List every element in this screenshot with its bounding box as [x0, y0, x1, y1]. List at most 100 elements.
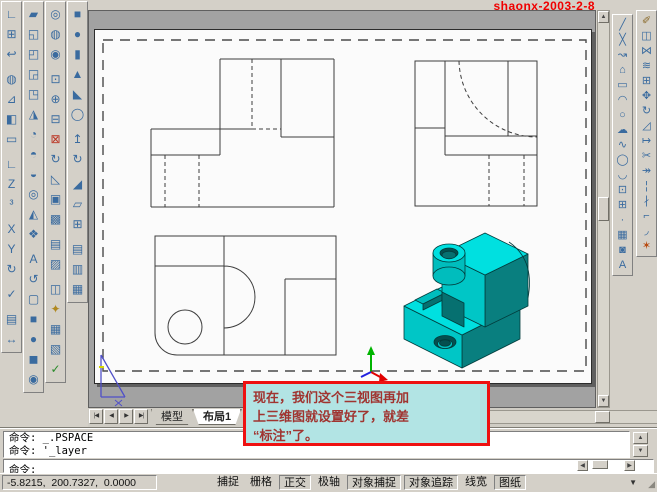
- sphere[interactable]: ●: [69, 25, 87, 43]
- box-surface[interactable]: ◰: [25, 45, 43, 63]
- check[interactable]: ✓: [47, 360, 65, 378]
- edge[interactable]: ◭: [25, 205, 43, 223]
- x-rotate-ucs[interactable]: X: [3, 220, 21, 238]
- status-snap-button[interactable]: 捕捉: [213, 475, 243, 490]
- line[interactable]: ╱: [614, 18, 632, 32]
- move-faces[interactable]: ⊕: [47, 90, 65, 108]
- ellipse-arc[interactable]: ◡: [614, 168, 632, 182]
- ucs-dialog[interactable]: ⊞: [3, 25, 21, 43]
- shell[interactable]: ▧: [47, 340, 65, 358]
- ucs-previous[interactable]: ↩: [3, 45, 21, 63]
- shade-3d-wireframe[interactable]: ↺: [25, 270, 43, 288]
- delete-faces[interactable]: ⊠: [47, 130, 65, 148]
- ucs[interactable]: ∟: [3, 5, 21, 23]
- imprint[interactable]: ◫: [47, 280, 65, 298]
- section[interactable]: ▱: [69, 195, 87, 213]
- taper-faces[interactable]: ◺: [47, 170, 65, 188]
- sphere-surface[interactable]: ◔: [25, 125, 43, 143]
- color-edges[interactable]: ▨: [47, 255, 65, 273]
- vertical-scrollbar[interactable]: ▲ ▼: [597, 10, 610, 408]
- move-ucs[interactable]: ↔: [3, 330, 21, 348]
- torus[interactable]: ◯: [69, 105, 87, 123]
- status-paper-button[interactable]: 图纸: [494, 475, 526, 490]
- vertical-scroll-thumb[interactable]: [598, 197, 609, 221]
- subtract[interactable]: ◍: [47, 25, 65, 43]
- rectangle[interactable]: ▭: [614, 78, 632, 92]
- region[interactable]: ◙: [614, 243, 632, 257]
- wedge[interactable]: ◣: [69, 85, 87, 103]
- point[interactable]: ·: [614, 213, 632, 227]
- wedge-surface[interactable]: ◲: [25, 65, 43, 83]
- ellipse[interactable]: ◯: [614, 153, 632, 167]
- tab-model[interactable]: 模型: [151, 409, 193, 425]
- tab-first-button[interactable]: |◀: [89, 409, 103, 424]
- 3d-face[interactable]: ◱: [25, 25, 43, 43]
- status-lineweight-button[interactable]: 线宽: [461, 475, 491, 490]
- cylinder[interactable]: ▮: [69, 45, 87, 63]
- command-hscroll-thumb[interactable]: [592, 460, 608, 469]
- chamfer[interactable]: ⌐: [638, 209, 656, 223]
- tab-next-button[interactable]: ▶: [119, 409, 133, 424]
- scroll-down-icon[interactable]: ▼: [598, 395, 609, 407]
- horizontal-scroll-thumb[interactable]: [595, 411, 610, 423]
- arc[interactable]: ◠: [614, 93, 632, 107]
- command-scroll-left-icon[interactable]: ◀: [577, 460, 588, 471]
- insert-block[interactable]: ⊡: [614, 183, 632, 197]
- apply-ucs[interactable]: ✓: [3, 285, 21, 303]
- cone-surface[interactable]: ◮: [25, 105, 43, 123]
- command-scroll-down-icon[interactable]: ▼: [633, 445, 648, 457]
- spline[interactable]: ∿: [614, 138, 632, 152]
- color-faces[interactable]: ▩: [47, 210, 65, 228]
- copy-edges[interactable]: ▤: [47, 235, 65, 253]
- status-menu-icon[interactable]: ▼: [629, 478, 637, 487]
- revision-cloud[interactable]: ☁: [614, 123, 632, 137]
- offset-faces[interactable]: ⊟: [47, 110, 65, 128]
- scroll-up-icon[interactable]: ▲: [598, 11, 609, 23]
- separate[interactable]: ▦: [47, 320, 65, 338]
- array[interactable]: ⊞: [638, 74, 656, 88]
- copy[interactable]: ◫: [638, 29, 656, 43]
- scale[interactable]: ◿: [638, 119, 656, 133]
- construction-line[interactable]: ╳: [614, 33, 632, 47]
- interfere[interactable]: ⊞: [69, 215, 87, 233]
- hatch[interactable]: ▦: [614, 228, 632, 242]
- z-axis-vector-ucs[interactable]: Z: [3, 175, 21, 193]
- copy-faces[interactable]: ▣: [47, 190, 65, 208]
- cone[interactable]: ▲: [69, 65, 87, 83]
- status-ortho-button[interactable]: 正交: [279, 475, 311, 490]
- break[interactable]: ∤: [638, 194, 656, 208]
- extend[interactable]: ↠: [638, 164, 656, 178]
- tab-last-button[interactable]: ▶|: [134, 409, 148, 424]
- clean[interactable]: ✦: [47, 300, 65, 318]
- shade-gouraud[interactable]: ●: [25, 330, 43, 348]
- command-scroll-up-icon[interactable]: ▲: [633, 432, 648, 444]
- shade-2d-wireframe[interactable]: A: [25, 250, 43, 268]
- status-osnap-button[interactable]: 对象捕捉: [347, 475, 401, 490]
- break-at-point[interactable]: ¦: [638, 179, 656, 193]
- shade-flat[interactable]: ■: [25, 310, 43, 328]
- edge-surface[interactable]: ❖: [25, 225, 43, 243]
- multiline-text[interactable]: A: [614, 258, 632, 272]
- extrude[interactable]: ↥: [69, 130, 87, 148]
- fillet[interactable]: ◞: [638, 224, 656, 238]
- shade-hidden[interactable]: ▢: [25, 290, 43, 308]
- dome-surface[interactable]: ◓: [25, 145, 43, 163]
- mirror[interactable]: ⋈: [638, 44, 656, 58]
- erase[interactable]: ✐: [638, 14, 656, 28]
- explode[interactable]: ✶: [638, 239, 656, 253]
- make-block[interactable]: ⊞: [614, 198, 632, 212]
- trim[interactable]: ✂: [638, 149, 656, 163]
- status-grid-button[interactable]: 栅格: [246, 475, 276, 490]
- face-ucs[interactable]: ◧: [3, 110, 21, 128]
- setup-view[interactable]: ▥: [69, 260, 87, 278]
- z-rotate-ucs[interactable]: ↻: [3, 260, 21, 278]
- extrude-faces[interactable]: ⊡: [47, 70, 65, 88]
- command-input-line[interactable]: 命令: ◀ ▶: [3, 459, 654, 473]
- object-ucs[interactable]: ⊿: [3, 90, 21, 108]
- pyramid-surface[interactable]: ◳: [25, 85, 43, 103]
- setup-profile[interactable]: ▦: [69, 280, 87, 298]
- drawing-canvas[interactable]: [88, 10, 596, 408]
- command-scroll-right-icon[interactable]: ▶: [624, 460, 635, 471]
- tab-previous-button[interactable]: ◀: [104, 409, 118, 424]
- three-point-ucs[interactable]: ³: [3, 195, 21, 213]
